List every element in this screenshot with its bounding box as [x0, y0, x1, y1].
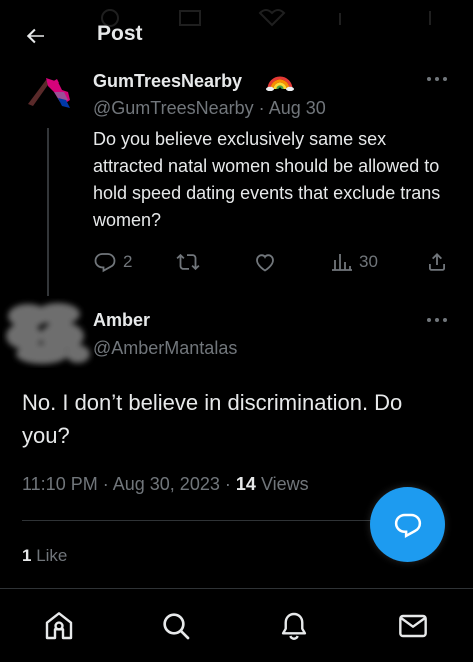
share-button[interactable] [425, 248, 449, 276]
likes-summary[interactable]: 1 Like [22, 546, 67, 566]
reply-button[interactable]: 2 [93, 248, 132, 276]
views-label: Views [260, 474, 309, 494]
likes-label: Like [36, 546, 68, 565]
nav-notifications[interactable] [277, 609, 311, 643]
tweet-time[interactable]: 11:10 PM [22, 474, 98, 494]
tweet-meta: 11:10 PM · Aug 30, 2023 · 14 Views [22, 474, 309, 495]
analytics-icon [332, 254, 352, 271]
back-button[interactable] [22, 22, 50, 50]
bottom-nav [0, 589, 473, 662]
parent-tweet-text: Do you believe exclusively same sex attr… [93, 129, 441, 230]
reply-icon [94, 253, 116, 273]
separator-dot: · [102, 474, 109, 494]
search-icon [163, 613, 190, 640]
nav-search[interactable] [159, 609, 193, 643]
reply-bubble-icon [394, 513, 421, 538]
repost-button[interactable] [176, 248, 200, 276]
reply-more-button[interactable] [424, 310, 450, 330]
separator-dot: · [224, 474, 231, 494]
parent-display-name[interactable]: GumTreesNearby [93, 71, 242, 92]
heart-icon [256, 254, 274, 272]
faded-background-icons [101, 9, 431, 27]
nav-messages[interactable] [396, 609, 430, 643]
notifications-icon [281, 612, 307, 640]
page-title: Post [97, 22, 143, 45]
views-count: 14 [235, 474, 256, 494]
rainbow-icon [266, 76, 294, 91]
parent-handle[interactable]: @GumTreesNearby [93, 98, 254, 118]
repost-icon [176, 253, 200, 271]
nav-home[interactable] [42, 609, 76, 643]
like-button[interactable] [253, 248, 277, 276]
top-bar: Post [0, 0, 473, 72]
parent-action-bar: 2 30 [93, 248, 453, 276]
parent-date[interactable]: Aug 30 [269, 98, 326, 118]
redacted-avatar[interactable] [2, 298, 94, 368]
compose-reply-button[interactable] [370, 487, 445, 562]
parent-avatar[interactable] [24, 70, 74, 114]
view-count: 30 [359, 252, 378, 271]
likes-count: 1 [22, 546, 32, 565]
views-button[interactable]: 30 [329, 248, 378, 276]
arrow-left-icon [26, 28, 44, 44]
separator-dot: · [258, 98, 265, 118]
reply-handle[interactable]: @AmberMantalas [93, 338, 237, 359]
home-icon [45, 612, 73, 640]
divider [22, 520, 422, 521]
parent-more-button[interactable] [424, 69, 450, 89]
parent-handle-line: @GumTreesNearby · Aug 30 [93, 98, 326, 119]
tweet-date[interactable]: Aug 30, 2023 [113, 474, 220, 494]
reply-tweet-text: No. I don’t believe in discrimination. D… [22, 390, 403, 448]
more-horizontal-icon [427, 77, 447, 81]
thread-line [47, 128, 49, 296]
reply-display-name[interactable]: Amber [93, 310, 150, 331]
more-horizontal-icon [427, 318, 447, 322]
share-icon [429, 253, 445, 271]
reply-count: 2 [123, 252, 133, 271]
messages-icon [399, 614, 427, 638]
